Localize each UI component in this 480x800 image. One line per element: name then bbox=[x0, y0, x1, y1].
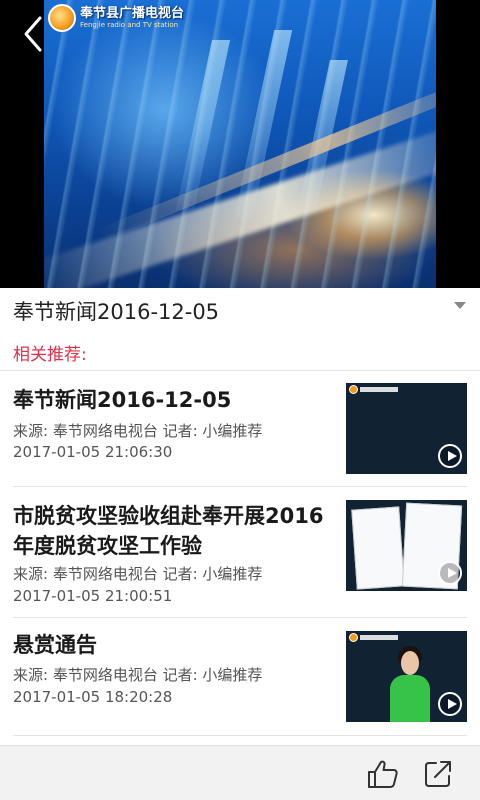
channel-name-en: Fengjie radio and TV station bbox=[80, 20, 179, 29]
news-title: 奉节新闻2016-12-05 bbox=[13, 388, 232, 412]
video-title: 奉节新闻2016-12-05 bbox=[13, 300, 220, 324]
document-page bbox=[351, 506, 405, 590]
channel-logo: 奉节县广播电视台 Fengjie radio and TV station bbox=[48, 4, 184, 32]
chevron-left-icon bbox=[24, 16, 42, 52]
list-item[interactable]: 奉节新闻2016-12-05 来源: 奉节网络电视台 记者: 小编推荐 2017… bbox=[13, 371, 467, 487]
video-frame: 奉节县广播电视台 Fengjie radio and TV station bbox=[44, 0, 436, 288]
news-studio-thumbnail bbox=[346, 383, 467, 474]
thumbs-up-icon bbox=[368, 760, 398, 788]
like-button[interactable] bbox=[367, 759, 399, 789]
back-button[interactable] bbox=[14, 12, 54, 56]
play-circle-icon[interactable] bbox=[438, 692, 462, 716]
video-title-row: 奉节新闻2016-12-05 bbox=[0, 288, 480, 334]
news-meta: 来源: 奉节网络电视台 记者: 小编推荐 bbox=[13, 422, 263, 440]
related-recommend-header: 相关推荐: bbox=[13, 345, 87, 365]
news-title: 市脱贫攻坚验收组赴奉开展2016年度脱贫攻坚工作验 bbox=[13, 504, 324, 558]
caret-down-icon[interactable] bbox=[454, 302, 466, 309]
video-player[interactable]: 奉节县广播电视台 Fengjie radio and TV station bbox=[0, 0, 480, 288]
anchor-head bbox=[401, 651, 419, 675]
share-icon bbox=[425, 761, 451, 787]
list-item[interactable]: 悬赏通告 来源: 奉节网络电视台 记者: 小编推荐 2017-01-05 18:… bbox=[13, 618, 467, 736]
documents-thumbnail bbox=[346, 500, 467, 591]
anchor-body bbox=[390, 675, 430, 722]
news-time: 2017-01-05 21:00:51 bbox=[13, 587, 173, 605]
news-title: 悬赏通告 bbox=[13, 633, 97, 657]
bottom-toolbar bbox=[0, 745, 480, 800]
thumbnail-logo bbox=[349, 385, 398, 394]
list-item[interactable]: 市脱贫攻坚验收组赴奉开展2016年度脱贫攻坚工作验 来源: 奉节网络电视台 记者… bbox=[13, 487, 467, 618]
thumbnail-logo bbox=[349, 633, 398, 642]
news-time: 2017-01-05 18:20:28 bbox=[13, 688, 173, 706]
news-anchor-thumbnail bbox=[346, 631, 467, 722]
news-meta: 来源: 奉节网络电视台 记者: 小编推荐 bbox=[13, 666, 263, 684]
related-news-list: 奉节新闻2016-12-05 来源: 奉节网络电视台 记者: 小编推荐 2017… bbox=[0, 371, 480, 736]
news-time: 2017-01-05 21:06:30 bbox=[13, 443, 173, 461]
play-circle-icon[interactable] bbox=[438, 444, 462, 468]
play-circle-icon[interactable] bbox=[438, 561, 462, 585]
share-button[interactable] bbox=[423, 759, 453, 789]
channel-name: 奉节县广播电视台 bbox=[80, 5, 185, 21]
news-meta: 来源: 奉节网络电视台 记者: 小编推荐 bbox=[13, 565, 263, 583]
